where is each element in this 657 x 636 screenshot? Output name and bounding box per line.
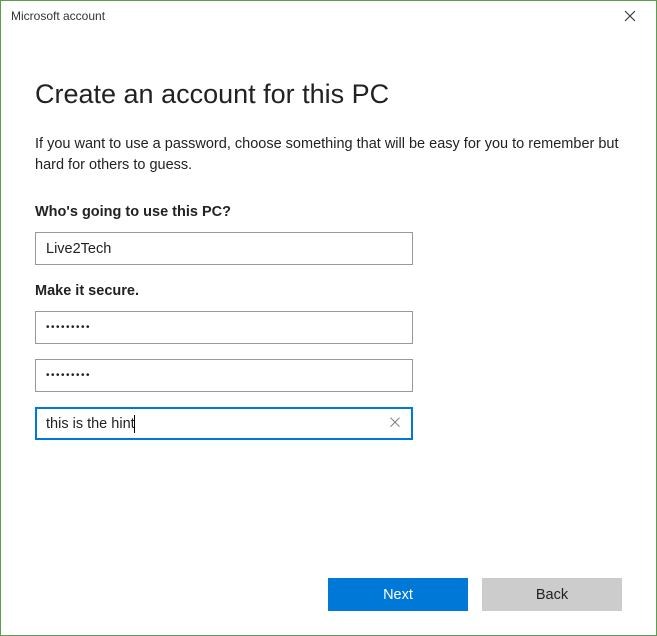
page-description: If you want to use a password, choose so…: [35, 134, 622, 176]
hint-value: this is the hint: [46, 416, 135, 432]
footer-buttons: Next Back: [328, 578, 622, 611]
close-icon: [624, 10, 636, 22]
window-title: Microsoft account: [11, 9, 105, 23]
username-input[interactable]: Live2Tech: [35, 232, 413, 265]
password-hint-input[interactable]: this is the hint: [35, 407, 413, 440]
close-button[interactable]: [607, 2, 652, 30]
page-heading: Create an account for this PC: [35, 79, 622, 110]
next-button[interactable]: Next: [328, 578, 468, 611]
back-button[interactable]: Back: [482, 578, 622, 611]
clear-hint-button[interactable]: [385, 412, 405, 432]
password-value: •••••••••: [46, 312, 91, 343]
username-value: Live2Tech: [46, 241, 111, 257]
confirm-password-value: •••••••••: [46, 360, 91, 391]
hint-wrapper: this is the hint: [35, 407, 413, 440]
secure-label: Make it secure.: [35, 283, 622, 299]
clear-icon: [389, 416, 401, 428]
text-caret: [134, 415, 135, 433]
password-input[interactable]: •••••••••: [35, 311, 413, 344]
username-label: Who's going to use this PC?: [35, 204, 622, 220]
dialog-window: Microsoft account Create an account for …: [0, 0, 657, 636]
content-area: Create an account for this PC If you wan…: [1, 31, 656, 440]
titlebar: Microsoft account: [1, 1, 656, 31]
confirm-password-input[interactable]: •••••••••: [35, 359, 413, 392]
